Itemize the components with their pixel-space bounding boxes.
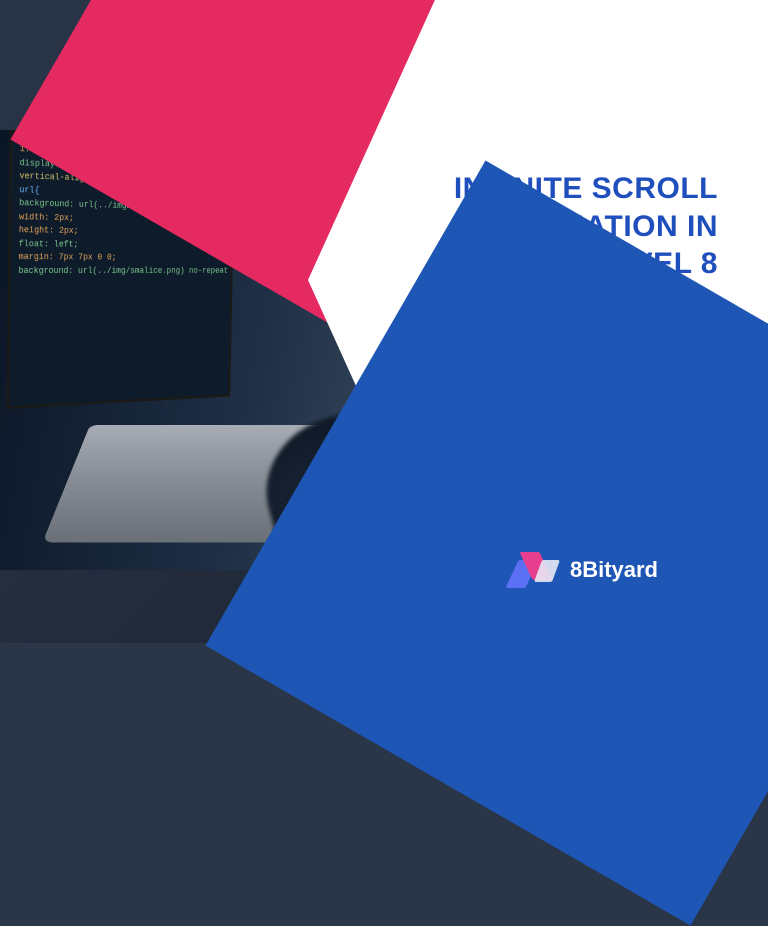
brand-block: 8Bityard — [512, 552, 658, 588]
code-line: margin: 7px 7px 0 0; — [18, 251, 224, 265]
brand-name: 8Bityard — [570, 557, 658, 583]
brand-logo-icon — [512, 552, 556, 588]
code-line: background: url(../img/smalice.png) no-r… — [18, 265, 224, 278]
promo-graphic: 1:size: 2.9px; display: inline-block; ve… — [0, 0, 768, 643]
